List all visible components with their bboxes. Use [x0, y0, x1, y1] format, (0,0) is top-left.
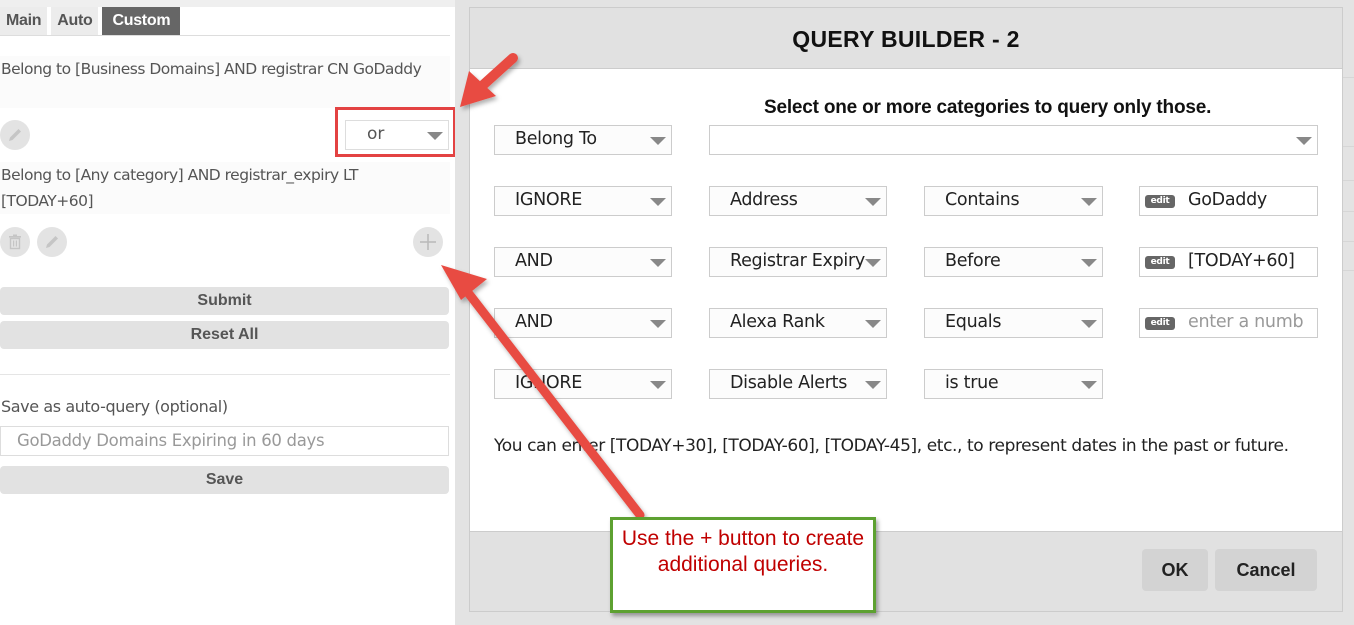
pencil-icon [9, 129, 21, 141]
chevron-down-icon [865, 381, 881, 389]
operator-select[interactable]: Contains [924, 186, 1103, 216]
add-query-button[interactable] [413, 227, 443, 257]
submit-button[interactable]: Submit [0, 287, 449, 315]
logic-value: AND [515, 312, 553, 332]
background-row-line [1343, 180, 1354, 181]
edit-icon: edit [1145, 317, 1175, 330]
tab-bar: Main Auto Custom [0, 7, 181, 35]
field-select[interactable]: Disable Alerts [709, 369, 887, 399]
chevron-down-icon [865, 320, 881, 328]
field-value: Alexa Rank [730, 312, 825, 332]
background-row-line [1343, 146, 1354, 147]
logic-value: AND [515, 251, 553, 271]
operator-value: Equals [945, 312, 1002, 332]
operator-value: is true [945, 373, 999, 393]
logic-select[interactable]: IGNORE [494, 369, 672, 399]
edit-query-2-button[interactable] [37, 227, 67, 257]
field-select[interactable]: Registrar Expiry [709, 247, 887, 277]
value-input[interactable]: edit enter a numb [1139, 308, 1318, 338]
logic-value: IGNORE [515, 190, 583, 210]
logic-select[interactable]: AND [494, 247, 672, 277]
field-value: Registrar Expiry [730, 251, 865, 271]
background-row-line [1343, 241, 1354, 242]
background-row-line [1343, 270, 1354, 271]
chevron-down-icon [865, 259, 881, 267]
chevron-down-icon [650, 381, 666, 389]
edit-query-1-button[interactable] [0, 120, 30, 150]
query-description-1: Belong to [Business Domains] AND registr… [0, 56, 450, 108]
value-text: [TODAY+60] [1188, 251, 1295, 271]
highlight-box [335, 107, 456, 157]
auto-query-name-input[interactable]: GoDaddy Domains Expiring in 60 days [0, 426, 449, 456]
field-value: Disable Alerts [730, 373, 848, 393]
chevron-down-icon [650, 320, 666, 328]
tab-divider [0, 35, 450, 36]
chevron-down-icon [650, 259, 666, 267]
edit-icon: edit [1145, 195, 1175, 208]
edit-icon: edit [1145, 256, 1175, 269]
tab-auto[interactable]: Auto [51, 7, 99, 35]
plus-icon [420, 234, 436, 250]
category-select[interactable] [709, 125, 1318, 155]
scope-value: Belong To [515, 129, 597, 149]
value-input[interactable]: edit GoDaddy [1139, 186, 1318, 216]
ok-button[interactable]: OK [1142, 549, 1208, 591]
annotation-callout: Use the + button to create additional qu… [610, 517, 876, 613]
field-select[interactable]: Address [709, 186, 887, 216]
background-row-line [1343, 211, 1354, 212]
logic-value: IGNORE [515, 373, 583, 393]
section-divider [0, 374, 450, 375]
category-hint: Select one or more categories to query o… [764, 97, 1212, 118]
operator-select[interactable]: Before [924, 247, 1103, 277]
save-button[interactable]: Save [0, 466, 449, 494]
logic-select[interactable]: IGNORE [494, 186, 672, 216]
operator-select[interactable]: is true [924, 369, 1103, 399]
delete-query-2-button[interactable] [0, 227, 30, 257]
cancel-button[interactable]: Cancel [1215, 549, 1317, 591]
top-strip [0, 0, 455, 7]
tab-main[interactable]: Main [0, 7, 48, 35]
query-description-2: Belong to [Any category] AND registrar_e… [0, 162, 450, 214]
operator-value: Before [945, 251, 1001, 271]
value-input[interactable]: edit [TODAY+60] [1139, 247, 1318, 277]
background-row-line [1343, 77, 1354, 78]
chevron-down-icon [1296, 137, 1312, 145]
chevron-down-icon [1081, 259, 1097, 267]
tab-custom[interactable]: Custom [102, 7, 181, 35]
chevron-down-icon [650, 137, 666, 145]
query-panel: Main Auto Custom Belong to [Business Dom… [0, 0, 456, 625]
save-auto-query-label: Save as auto-query (optional) [1, 397, 228, 416]
field-select[interactable]: Alexa Rank [709, 308, 887, 338]
dialog-footer: OK Cancel [470, 531, 1342, 611]
chevron-down-icon [650, 198, 666, 206]
operator-value: Contains [945, 190, 1020, 210]
query-builder-dialog: QUERY BUILDER - 2 Select one or more cat… [469, 7, 1343, 612]
value-placeholder: enter a numb [1188, 312, 1304, 332]
chevron-down-icon [1081, 320, 1097, 328]
reset-all-button[interactable]: Reset All [0, 321, 449, 349]
value-text: GoDaddy [1188, 190, 1267, 210]
pencil-icon [46, 236, 58, 248]
trash-icon [9, 234, 21, 250]
chevron-down-icon [1081, 198, 1097, 206]
scope-select[interactable]: Belong To [494, 125, 672, 155]
chevron-down-icon [1081, 381, 1097, 389]
chevron-down-icon [865, 198, 881, 206]
field-value: Address [730, 190, 798, 210]
logic-select[interactable]: AND [494, 308, 672, 338]
dialog-title: QUERY BUILDER - 2 [470, 8, 1342, 69]
date-syntax-note: You can enter [TODAY+30], [TODAY-60], [T… [494, 436, 1289, 456]
operator-select[interactable]: Equals [924, 308, 1103, 338]
